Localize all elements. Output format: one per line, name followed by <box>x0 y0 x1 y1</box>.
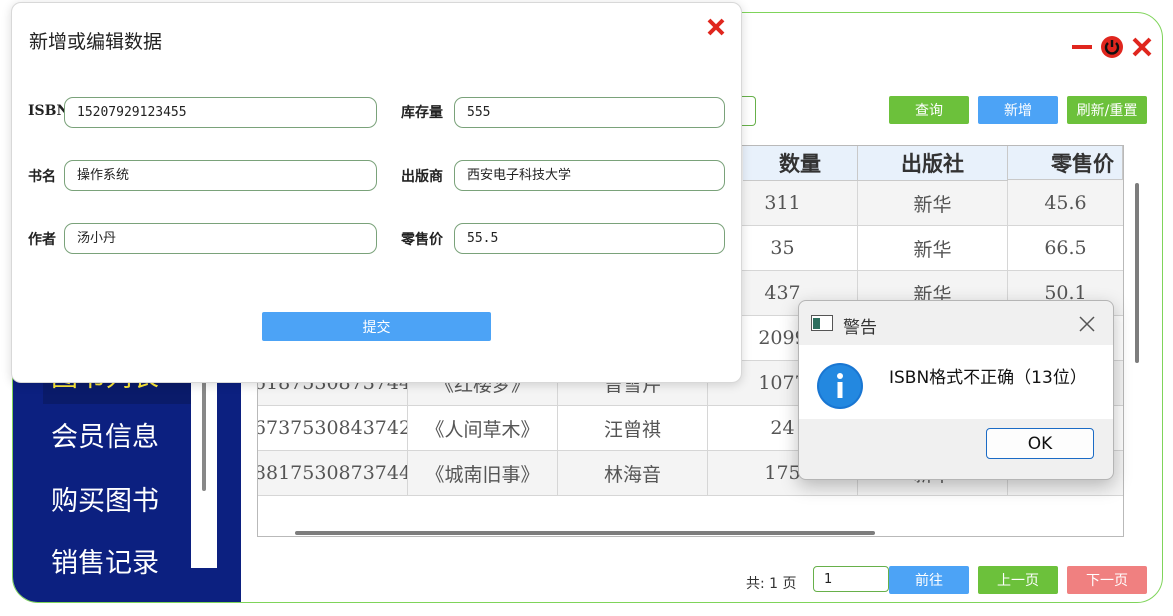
sidebar-item-sales-records[interactable]: 销售记录 <box>51 541 159 580</box>
page-number-input[interactable]: 1 <box>813 566 889 592</box>
cell-author: 林海音 <box>558 451 708 495</box>
price-label: 零售价 <box>401 232 443 248</box>
sidebar-item-buy-books[interactable]: 购买图书 <box>51 479 159 518</box>
next-page-button[interactable]: 下一页 <box>1067 566 1147 594</box>
sidebar-item-members[interactable]: 会员信息 <box>51 415 159 454</box>
minimize-icon[interactable] <box>1070 35 1094 59</box>
cell-publisher: 新华 <box>858 226 1008 270</box>
cell-author: 汪曾祺 <box>558 406 708 450</box>
cell-price: 45.6 <box>1008 181 1123 225</box>
cell-isbn: 6737530843742 <box>258 406 408 450</box>
cell-publisher: 新华 <box>858 181 1008 225</box>
price-field[interactable]: 55.5 <box>454 223 725 254</box>
total-pages-label: 共: 1 页 <box>746 576 797 592</box>
author-field[interactable]: 汤小丹 <box>64 223 377 254</box>
close-icon[interactable] <box>1130 35 1154 59</box>
ok-button[interactable]: OK <box>986 428 1094 459</box>
cell-title: 《城南旧事》 <box>408 451 558 495</box>
book-name-label: 书名 <box>28 169 56 185</box>
dialog-title: 新增或编辑数据 <box>29 31 163 53</box>
dialog-close-icon[interactable] <box>706 17 726 37</box>
alert-message: ISBN格式不正确（13位） <box>889 368 1087 388</box>
alert-close-icon[interactable] <box>1078 315 1096 333</box>
cell-isbn: 8817530873744 <box>258 451 408 495</box>
alert-title: 警告 <box>843 318 877 338</box>
stock-label: 库存量 <box>401 105 443 121</box>
table-horizontal-scrollbar[interactable] <box>295 531 875 535</box>
query-button[interactable]: 查询 <box>889 96 969 124</box>
publisher-label: 出版商 <box>401 169 443 185</box>
stock-field[interactable]: 555 <box>454 97 725 128</box>
column-header-price[interactable]: 零售价 <box>1008 146 1123 180</box>
publisher-field[interactable]: 西安电子科技大学 <box>454 160 725 191</box>
sidebar-scrollbar[interactable] <box>202 373 206 491</box>
warning-dialog: 警告 ISBN格式不正确（13位） OK <box>798 300 1114 480</box>
prev-page-button[interactable]: 上一页 <box>978 566 1058 594</box>
isbn-field[interactable]: 15207929123455 <box>64 97 377 128</box>
window-icon <box>811 315 833 331</box>
info-icon <box>817 363 863 409</box>
add-button[interactable]: 新增 <box>978 96 1058 124</box>
table-vertical-scrollbar[interactable] <box>1135 183 1139 363</box>
power-icon[interactable] <box>1100 35 1124 59</box>
edit-dialog: 新增或编辑数据 ISBN 15207929123455 库存量 555 书名 操… <box>11 2 742 383</box>
cell-price: 66.5 <box>1008 226 1123 270</box>
book-name-field[interactable]: 操作系统 <box>64 160 377 191</box>
column-header-publisher[interactable]: 出版社 <box>858 146 1008 181</box>
submit-button[interactable]: 提交 <box>262 312 491 341</box>
goto-page-button[interactable]: 前往 <box>889 566 969 594</box>
author-label: 作者 <box>28 232 56 248</box>
column-header-qty[interactable]: 数量 <box>743 146 858 181</box>
refresh-reset-button[interactable]: 刷新/重置 <box>1067 96 1147 124</box>
cell-title: 《人间草木》 <box>408 406 558 450</box>
